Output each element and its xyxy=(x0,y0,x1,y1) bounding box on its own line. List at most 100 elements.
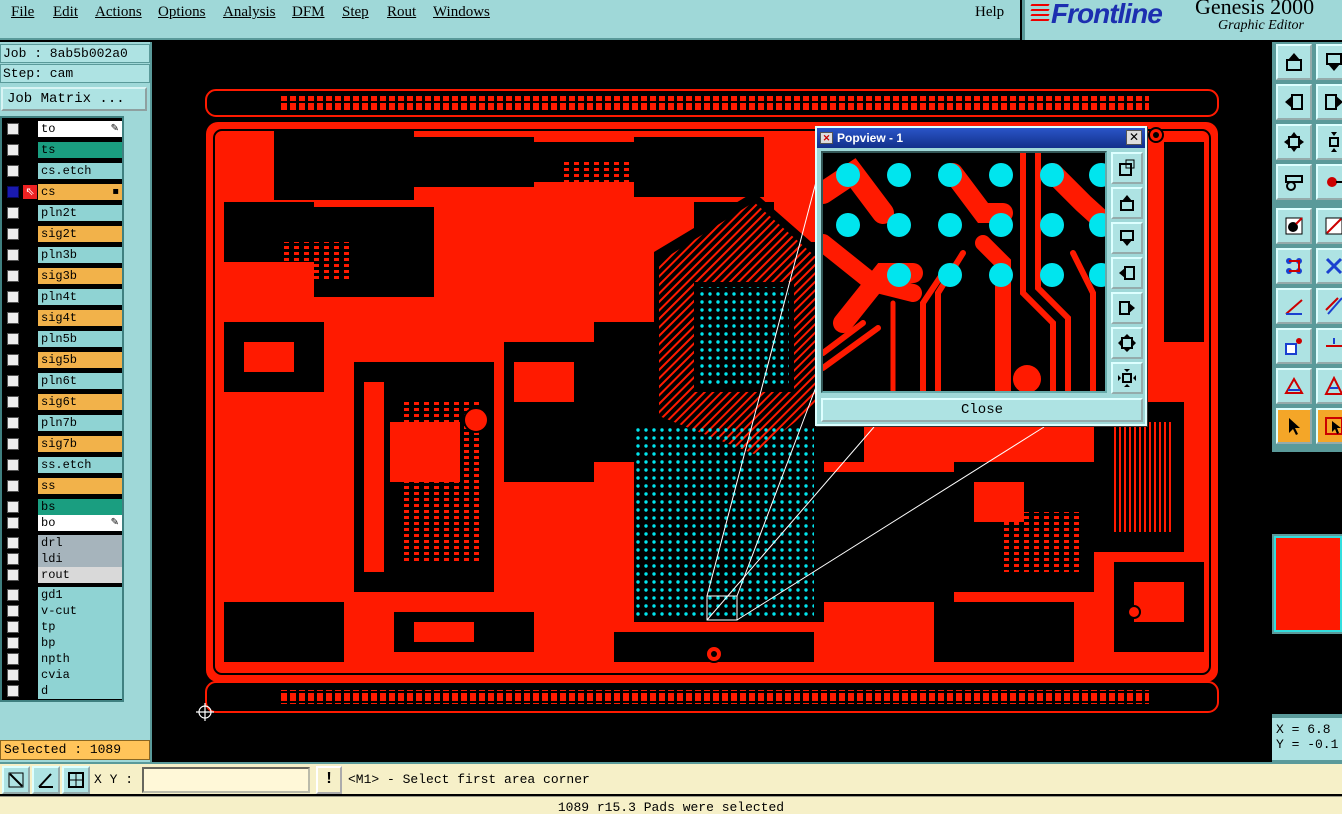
layer-name[interactable]: bo ✎ xyxy=(38,515,122,531)
layer-checkbox[interactable] xyxy=(7,459,19,471)
layer-name[interactable]: sig5b xyxy=(38,352,122,368)
select-pointer-icon[interactable] xyxy=(1276,408,1312,444)
layer-name[interactable]: cs.etch xyxy=(38,163,122,179)
zoom-out-icon[interactable] xyxy=(1111,327,1143,359)
pan-down-icon[interactable] xyxy=(1316,44,1342,80)
layer-name[interactable]: pln7b xyxy=(38,415,122,431)
layer-row-ts[interactable]: ts xyxy=(4,142,122,158)
layer-name[interactable]: v-cut xyxy=(38,603,122,619)
node-edit-icon[interactable] xyxy=(1276,248,1312,284)
layer-checkbox[interactable] xyxy=(7,207,19,219)
layer-row-sig2t[interactable]: sig2t xyxy=(4,226,122,242)
menu-file[interactable]: File xyxy=(11,4,34,21)
layer-name[interactable]: to ✎ xyxy=(38,121,122,137)
pan-left-icon[interactable] xyxy=(1276,84,1312,120)
menu-help[interactable]: Help xyxy=(975,4,1004,21)
layer-checkbox[interactable] xyxy=(7,553,19,565)
layer-name[interactable]: d xyxy=(38,683,122,699)
zoom-out-icon[interactable] xyxy=(1276,124,1312,160)
layer-row-pln2t[interactable]: pln2t xyxy=(4,205,122,221)
menu-step[interactable]: Step xyxy=(342,4,369,21)
layer-checkbox[interactable] xyxy=(7,291,19,303)
popview-zoom-view[interactable] xyxy=(821,151,1107,393)
layer-checkbox[interactable] xyxy=(7,354,19,366)
layer-row-bo[interactable]: bo ✎ xyxy=(4,515,122,531)
h-line-icon[interactable] xyxy=(1316,328,1342,364)
layer-checkbox[interactable] xyxy=(7,605,19,617)
layer-checkbox[interactable] xyxy=(7,438,19,450)
layer-checkbox[interactable] xyxy=(7,396,19,408)
zoom-in-icon[interactable] xyxy=(1111,362,1143,394)
overview-map[interactable] xyxy=(1274,536,1342,632)
zoom-fit-icon[interactable] xyxy=(1111,152,1143,184)
add-feature-icon[interactable] xyxy=(1276,208,1312,244)
pan-left-icon[interactable] xyxy=(1111,257,1143,289)
layer-name[interactable]: ts xyxy=(38,142,122,158)
popview-window[interactable]: ✕ Popview - 1 ✕ Close xyxy=(815,126,1147,426)
snap-icon[interactable] xyxy=(1316,164,1342,200)
popview-close-button[interactable]: Close xyxy=(821,398,1143,422)
zoom-in-icon[interactable] xyxy=(1316,124,1342,160)
layer-name[interactable]: gd1 xyxy=(38,587,122,603)
layer-name[interactable]: drl xyxy=(38,535,122,551)
pan-right-icon[interactable] xyxy=(1316,84,1342,120)
layer-name[interactable]: sig6t xyxy=(38,394,122,410)
snap-corner-icon[interactable] xyxy=(2,766,30,794)
layer-name[interactable]: sig7b xyxy=(38,436,122,452)
layer-name[interactable]: cs ▪ xyxy=(38,184,122,200)
layer-name[interactable]: pln2t xyxy=(38,205,122,221)
close-icon[interactable]: ✕ xyxy=(1126,130,1142,145)
layer-checkbox[interactable] xyxy=(7,669,19,681)
layer-checkbox[interactable] xyxy=(7,375,19,387)
layer-row-sig5b[interactable]: sig5b xyxy=(4,352,122,368)
layer-checkbox[interactable] xyxy=(7,417,19,429)
layer-row-v-cut[interactable]: v-cut xyxy=(4,603,122,619)
execute-button[interactable]: ! xyxy=(316,766,342,794)
layer-checkbox[interactable] xyxy=(7,249,19,261)
line-tool-icon[interactable] xyxy=(1316,208,1342,244)
grid-snap-icon[interactable] xyxy=(62,766,90,794)
layer-row-gd1[interactable]: gd1 xyxy=(4,587,122,603)
menu-windows[interactable]: Windows xyxy=(433,4,490,21)
layer-row-cvia[interactable]: cvia xyxy=(4,667,122,683)
layer-row-drl[interactable]: drl xyxy=(4,535,122,551)
layer-name[interactable]: rout xyxy=(38,567,122,583)
layer-name[interactable]: pln3b xyxy=(38,247,122,263)
layer-checkbox[interactable] xyxy=(7,165,19,177)
delete-feature-icon[interactable] xyxy=(1316,248,1342,284)
layer-name[interactable]: cvia xyxy=(38,667,122,683)
layer-name[interactable]: bp xyxy=(38,635,122,651)
pad-tool-icon[interactable] xyxy=(1276,328,1312,364)
layer-row-rout[interactable]: rout xyxy=(4,567,122,583)
menu-edit[interactable]: Edit xyxy=(53,4,78,21)
layer-row-ldi[interactable]: ldi xyxy=(4,551,122,567)
layer-row-tp[interactable]: tp xyxy=(4,619,122,635)
slash-tool-icon[interactable] xyxy=(1316,288,1342,324)
layer-checkbox[interactable] xyxy=(7,270,19,282)
layer-row-cs.etch[interactable]: cs.etch xyxy=(4,163,122,179)
menu-rout[interactable]: Rout xyxy=(387,4,416,21)
layer-row-pln3b[interactable]: pln3b xyxy=(4,247,122,263)
layer-row-ss.etch[interactable]: ss.etch xyxy=(4,457,122,473)
layer-checkbox[interactable] xyxy=(7,537,19,549)
pan-up-icon[interactable] xyxy=(1276,44,1312,80)
popview-titlebar[interactable]: ✕ Popview - 1 ✕ xyxy=(817,128,1145,148)
pan-up-icon[interactable] xyxy=(1111,187,1143,219)
layer-row-to[interactable]: to ✎ xyxy=(4,121,122,137)
layer-name[interactable]: sig2t xyxy=(38,226,122,242)
layer-name[interactable]: pln6t xyxy=(38,373,122,389)
layer-checkbox[interactable] xyxy=(7,333,19,345)
layer-name[interactable]: sig4t xyxy=(38,310,122,326)
layer-name[interactable]: sig3b xyxy=(38,268,122,284)
layer-row-d[interactable]: d xyxy=(4,683,122,699)
layer-checkbox[interactable] xyxy=(7,637,19,649)
layer-name[interactable]: npth xyxy=(38,651,122,667)
pan-down-icon[interactable] xyxy=(1111,222,1143,254)
layer-checkbox[interactable] xyxy=(7,186,19,198)
layer-checkbox[interactable] xyxy=(7,312,19,324)
layer-checkbox[interactable] xyxy=(7,123,19,135)
layer-checkbox[interactable] xyxy=(7,228,19,240)
layer-row-pln7b[interactable]: pln7b xyxy=(4,415,122,431)
layer-row-sig7b[interactable]: sig7b xyxy=(4,436,122,452)
menu-options[interactable]: Options xyxy=(158,4,206,21)
